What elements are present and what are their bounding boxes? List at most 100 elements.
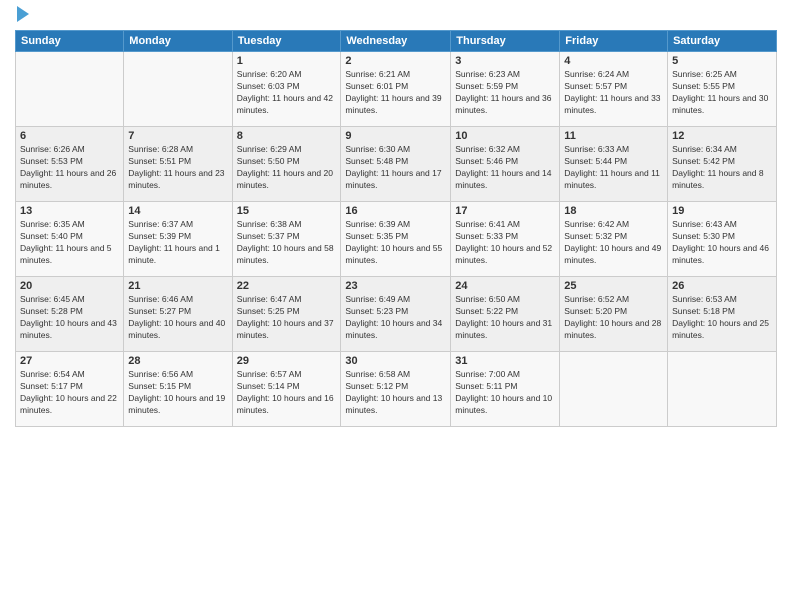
day-cell: 4Sunrise: 6:24 AMSunset: 5:57 PMDaylight… — [560, 52, 668, 127]
weekday-header-wednesday: Wednesday — [341, 31, 451, 52]
day-number: 15 — [237, 205, 337, 217]
day-info: Sunrise: 6:57 AMSunset: 5:14 PMDaylight:… — [237, 369, 337, 417]
week-row-1: 1 Sunrise: 6:20 AMSunset: 6:03 PMDaylight… — [16, 52, 777, 127]
calendar-table: SundayMondayTuesdayWednesdayThursdayFrid… — [15, 30, 777, 427]
day-cell: 28 Sunrise: 6:56 AMSunset: 5:15 PMDayligh… — [124, 352, 232, 427]
week-row-3: 13Sunrise: 6:35 AMSunset: 5:40 PMDayligh… — [16, 202, 777, 277]
calendar-container: SundayMondayTuesdayWednesdayThursdayFrid… — [0, 0, 792, 612]
day-number: 2 — [345, 55, 446, 67]
day-number: 8 — [237, 130, 337, 142]
day-cell: 30 Sunrise: 6:58 AMSunset: 5:12 PMDayligh… — [341, 352, 451, 427]
day-number: 3 — [455, 55, 555, 67]
day-cell: 23Sunrise: 6:49 AMSunset: 5:23 PMDayligh… — [341, 277, 451, 352]
day-info: Sunrise: 6:33 AMSunset: 5:44 PMDaylight:… — [564, 144, 663, 192]
day-info: Sunrise: 6:38 AMSunset: 5:37 PMDaylight:… — [237, 219, 337, 267]
day-cell: 27 Sunrise: 6:54 AMSunset: 5:17 PMDayligh… — [16, 352, 124, 427]
day-number: 9 — [345, 130, 446, 142]
day-info: Sunrise: 6:21 AMSunset: 6:01 PMDaylight:… — [345, 69, 446, 117]
day-cell: 5 Sunrise: 6:25 AMSunset: 5:55 PMDaylight… — [668, 52, 777, 127]
day-info: Sunrise: 6:20 AMSunset: 6:03 PMDaylight:… — [237, 69, 337, 117]
day-info: Sunrise: 6:35 AMSunset: 5:40 PMDaylight:… — [20, 219, 119, 267]
day-cell: 15 Sunrise: 6:38 AMSunset: 5:37 PMDayligh… — [232, 202, 341, 277]
day-info: Sunrise: 6:23 AMSunset: 5:59 PMDaylight:… — [455, 69, 555, 117]
day-info: Sunrise: 6:25 AMSunset: 5:55 PMDaylight:… — [672, 69, 772, 117]
day-cell: 7 Sunrise: 6:28 AMSunset: 5:51 PMDaylight… — [124, 127, 232, 202]
day-info: Sunrise: 6:34 AMSunset: 5:42 PMDaylight:… — [672, 144, 772, 192]
weekday-header-monday: Monday — [124, 31, 232, 52]
day-cell: 24 Sunrise: 6:50 AMSunset: 5:22 PMDayligh… — [451, 277, 560, 352]
week-row-5: 27 Sunrise: 6:54 AMSunset: 5:17 PMDayligh… — [16, 352, 777, 427]
weekday-header-saturday: Saturday — [668, 31, 777, 52]
day-cell: 21Sunrise: 6:46 AMSunset: 5:27 PMDayligh… — [124, 277, 232, 352]
day-number: 14 — [128, 205, 227, 217]
day-info: Sunrise: 6:24 AMSunset: 5:57 PMDaylight:… — [564, 69, 663, 117]
day-number: 10 — [455, 130, 555, 142]
day-number: 12 — [672, 130, 772, 142]
day-cell: 26 Sunrise: 6:53 AMSunset: 5:18 PMDayligh… — [668, 277, 777, 352]
day-number: 18 — [564, 205, 663, 217]
day-cell — [668, 352, 777, 427]
day-info: Sunrise: 6:42 AMSunset: 5:32 PMDaylight:… — [564, 219, 663, 267]
day-number: 26 — [672, 280, 772, 292]
weekday-header-thursday: Thursday — [451, 31, 560, 52]
day-number: 27 — [20, 355, 119, 367]
day-info: Sunrise: 6:50 AMSunset: 5:22 PMDaylight:… — [455, 294, 555, 342]
day-cell: 6Sunrise: 6:26 AMSunset: 5:53 PMDaylight… — [16, 127, 124, 202]
day-cell — [124, 52, 232, 127]
day-info: Sunrise: 6:47 AMSunset: 5:25 PMDaylight:… — [237, 294, 337, 342]
day-info: Sunrise: 6:41 AMSunset: 5:33 PMDaylight:… — [455, 219, 555, 267]
day-cell: 11 Sunrise: 6:33 AMSunset: 5:44 PMDayligh… — [560, 127, 668, 202]
day-number: 5 — [672, 55, 772, 67]
weekday-header-sunday: Sunday — [16, 31, 124, 52]
day-number: 24 — [455, 280, 555, 292]
day-info: Sunrise: 6:28 AMSunset: 5:51 PMDaylight:… — [128, 144, 227, 192]
weekday-header-row: SundayMondayTuesdayWednesdayThursdayFrid… — [16, 31, 777, 52]
day-info: Sunrise: 6:30 AMSunset: 5:48 PMDaylight:… — [345, 144, 446, 192]
day-info: Sunrise: 6:37 AMSunset: 5:39 PMDaylight:… — [128, 219, 227, 267]
day-number: 16 — [345, 205, 446, 217]
day-cell: 8 Sunrise: 6:29 AMSunset: 5:50 PMDaylight… — [232, 127, 341, 202]
day-number: 20 — [20, 280, 119, 292]
day-cell: 9 Sunrise: 6:30 AMSunset: 5:48 PMDaylight… — [341, 127, 451, 202]
logo — [15, 10, 29, 22]
day-number: 19 — [672, 205, 772, 217]
day-info: Sunrise: 6:53 AMSunset: 5:18 PMDaylight:… — [672, 294, 772, 342]
day-number: 21 — [128, 280, 227, 292]
day-info: Sunrise: 6:26 AMSunset: 5:53 PMDaylight:… — [20, 144, 119, 192]
day-number: 28 — [128, 355, 227, 367]
day-number: 1 — [237, 55, 337, 67]
calendar-tbody: 1 Sunrise: 6:20 AMSunset: 6:03 PMDaylight… — [16, 52, 777, 427]
day-cell: 29Sunrise: 6:57 AMSunset: 5:14 PMDayligh… — [232, 352, 341, 427]
day-info: Sunrise: 6:29 AMSunset: 5:50 PMDaylight:… — [237, 144, 337, 192]
day-cell — [560, 352, 668, 427]
day-cell: 3 Sunrise: 6:23 AMSunset: 5:59 PMDaylight… — [451, 52, 560, 127]
day-number: 30 — [345, 355, 446, 367]
day-info: Sunrise: 6:56 AMSunset: 5:15 PMDaylight:… — [128, 369, 227, 417]
day-cell: 2 Sunrise: 6:21 AMSunset: 6:01 PMDaylight… — [341, 52, 451, 127]
day-cell: 18 Sunrise: 6:42 AMSunset: 5:32 PMDayligh… — [560, 202, 668, 277]
day-cell: 25Sunrise: 6:52 AMSunset: 5:20 PMDayligh… — [560, 277, 668, 352]
day-cell: 10Sunrise: 6:32 AMSunset: 5:46 PMDayligh… — [451, 127, 560, 202]
day-info: Sunrise: 6:45 AMSunset: 5:28 PMDaylight:… — [20, 294, 119, 342]
day-cell — [16, 52, 124, 127]
week-row-4: 20 Sunrise: 6:45 AMSunset: 5:28 PMDayligh… — [16, 277, 777, 352]
day-cell: 19Sunrise: 6:43 AMSunset: 5:30 PMDayligh… — [668, 202, 777, 277]
day-info: Sunrise: 6:58 AMSunset: 5:12 PMDaylight:… — [345, 369, 446, 417]
day-info: Sunrise: 7:00 AMSunset: 5:11 PMDaylight:… — [455, 369, 555, 417]
day-number: 22 — [237, 280, 337, 292]
day-number: 11 — [564, 130, 663, 142]
logo-arrow-icon — [17, 6, 29, 22]
day-cell: 17 Sunrise: 6:41 AMSunset: 5:33 PMDayligh… — [451, 202, 560, 277]
day-number: 23 — [345, 280, 446, 292]
day-info: Sunrise: 6:39 AMSunset: 5:35 PMDaylight:… — [345, 219, 446, 267]
day-cell: 14 Sunrise: 6:37 AMSunset: 5:39 PMDayligh… — [124, 202, 232, 277]
day-cell: 22 Sunrise: 6:47 AMSunset: 5:25 PMDayligh… — [232, 277, 341, 352]
day-info: Sunrise: 6:54 AMSunset: 5:17 PMDaylight:… — [20, 369, 119, 417]
day-number: 17 — [455, 205, 555, 217]
day-cell: 1 Sunrise: 6:20 AMSunset: 6:03 PMDaylight… — [232, 52, 341, 127]
day-cell: 31 Sunrise: 7:00 AMSunset: 5:11 PMDayligh… — [451, 352, 560, 427]
calendar-thead: SundayMondayTuesdayWednesdayThursdayFrid… — [16, 31, 777, 52]
day-number: 7 — [128, 130, 227, 142]
day-number: 31 — [455, 355, 555, 367]
weekday-header-friday: Friday — [560, 31, 668, 52]
